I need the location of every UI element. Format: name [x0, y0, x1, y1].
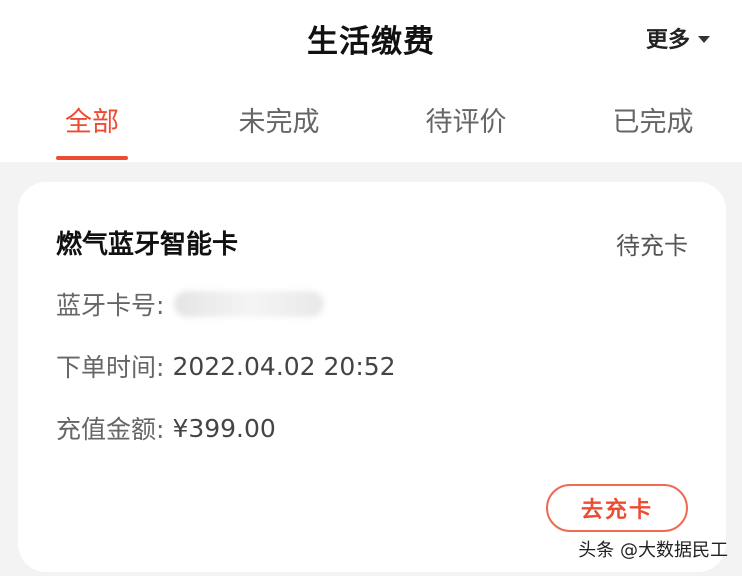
tab-to-review[interactable]: 待评价	[406, 100, 526, 139]
app-header: 生活缴费 更多 全部 未完成 待评价 已完成	[0, 0, 742, 162]
amount-value: ¥399.00	[172, 413, 276, 443]
card-number-label: 蓝牙卡号:	[56, 291, 165, 320]
order-time-row: 下单时间: 2022.04.02 20:52	[56, 348, 396, 384]
order-time-value: 2022.04.02 20:52	[172, 351, 396, 381]
caret-down-icon	[698, 35, 710, 43]
more-menu-label: 更多	[645, 28, 690, 53]
more-menu-button[interactable]: 更多	[646, 22, 710, 54]
amount-label: 充值金额:	[56, 415, 165, 444]
order-tabs: 全部 未完成 待评价 已完成	[0, 100, 742, 162]
active-tab-indicator	[56, 156, 128, 160]
tab-incomplete[interactable]: 未完成	[219, 100, 339, 139]
card-number-row: 蓝牙卡号:	[56, 286, 325, 322]
order-card[interactable]: 燃气蓝牙智能卡 待充卡 蓝牙卡号: 下单时间: 2022.04.02 20:52…	[18, 182, 726, 572]
order-time-label: 下单时间:	[56, 353, 165, 382]
watermark: 头条 @大数据民工	[578, 540, 728, 561]
card-number-redacted	[174, 291, 325, 317]
order-title: 燃气蓝牙智能卡	[56, 230, 239, 260]
page-title: 生活缴费	[307, 24, 435, 60]
tab-completed[interactable]: 已完成	[593, 100, 713, 139]
tab-all[interactable]: 全部	[32, 100, 152, 139]
recharge-card-button[interactable]: 去充卡	[546, 484, 688, 532]
order-status: 待充卡	[616, 232, 688, 260]
amount-row: 充值金额: ¥399.00	[56, 410, 276, 446]
